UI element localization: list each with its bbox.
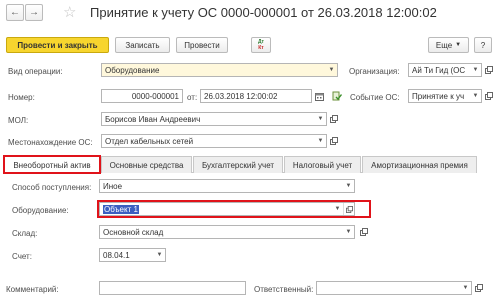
chevron-down-icon[interactable]: ▼ <box>460 282 471 294</box>
post-and-close-button[interactable]: Провести и закрыть <box>6 37 109 53</box>
chevron-down-icon[interactable]: ▼ <box>154 249 165 261</box>
open-icon <box>474 284 483 292</box>
open-event-button[interactable] <box>482 89 495 103</box>
post-button[interactable]: Провести <box>176 37 228 53</box>
forward-button[interactable]: → <box>25 4 43 21</box>
more-button[interactable]: Еще ▼ <box>428 37 469 53</box>
location-value: Отдел кабельных сетей <box>105 136 194 146</box>
method-select[interactable]: Иное ▼ <box>99 179 355 193</box>
org-field[interactable]: Ай Ти Гид (ОС ▼ <box>408 63 482 77</box>
post-status-icon <box>330 89 343 103</box>
equipment-highlight <box>97 200 371 218</box>
org-value: Ай Ти Гид (ОС <box>412 65 466 75</box>
chevron-down-icon[interactable]: ▼ <box>343 180 354 192</box>
mol-field[interactable]: Борисов Иван Андреевич ▼ <box>101 112 327 126</box>
calendar-icon <box>315 92 324 101</box>
open-icon <box>484 92 493 100</box>
tab-accounting[interactable]: Бухгалтерский учет <box>193 156 283 173</box>
open-icon <box>329 115 338 123</box>
mol-label: МОЛ: <box>8 116 29 125</box>
warehouse-value: Основной склад <box>103 227 164 237</box>
comment-field[interactable] <box>99 281 246 295</box>
event-label: Событие ОС: <box>350 93 400 102</box>
open-location-button[interactable] <box>327 134 340 148</box>
method-value: Иное <box>103 181 123 191</box>
number-field[interactable]: 0000-000001 <box>101 89 183 103</box>
chevron-down-icon[interactable]: ▼ <box>470 90 481 102</box>
calendar-button[interactable] <box>313 89 326 103</box>
arrow-right-icon: → <box>29 7 39 18</box>
dt-kt-button[interactable]: Дт Кт <box>251 37 271 53</box>
open-mol-button[interactable] <box>327 112 340 126</box>
chevron-down-icon[interactable]: ▼ <box>470 64 481 76</box>
more-label: Еще <box>435 40 453 50</box>
dt-kt-icon-bottom: Кт <box>258 45 264 51</box>
comment-label: Комментарий: <box>6 285 59 294</box>
warehouse-label: Склад: <box>12 229 38 238</box>
event-field[interactable]: Принятие к уч ▼ <box>408 89 482 103</box>
method-label: Способ поступления: <box>12 183 92 192</box>
operation-value: Оборудование <box>105 65 160 75</box>
date-label: от: <box>187 93 198 102</box>
date-field[interactable]: 26.03.2018 12:00:02 <box>200 89 312 103</box>
account-select[interactable]: 08.04.1 ▼ <box>99 248 166 262</box>
open-warehouse-button[interactable] <box>357 225 370 239</box>
account-value: 08.04.1 <box>103 250 130 260</box>
chevron-down-icon[interactable]: ▼ <box>315 113 326 125</box>
open-icon <box>329 137 338 145</box>
chevron-down-icon[interactable]: ▼ <box>326 64 337 76</box>
responsible-field[interactable]: ▼ <box>316 281 472 295</box>
chevron-down-icon: ▼ <box>455 42 462 48</box>
event-value: Принятие к уч <box>412 91 465 101</box>
back-button[interactable]: ← <box>6 4 24 21</box>
location-field[interactable]: Отдел кабельных сетей ▼ <box>101 134 327 148</box>
open-icon <box>359 228 368 236</box>
star-icon[interactable]: ☆ <box>63 3 76 21</box>
arrow-left-icon: ← <box>10 7 20 18</box>
page-title: Принятие к учету ОС 0000-000001 от 26.03… <box>90 5 437 20</box>
warehouse-select[interactable]: Основной склад ▼ <box>99 225 355 239</box>
responsible-label: Ответственный: <box>254 285 314 294</box>
org-label: Организация: <box>349 67 400 76</box>
tab-fixed-assets[interactable]: Основные средства <box>101 156 192 173</box>
chevron-down-icon[interactable]: ▼ <box>343 226 354 238</box>
equipment-label: Оборудование: <box>12 206 69 215</box>
number-label: Номер: <box>8 93 35 102</box>
tab-amortization[interactable]: Амортизационная премия <box>362 156 477 173</box>
mol-value: Борисов Иван Андреевич <box>105 114 201 124</box>
save-button[interactable]: Записать <box>115 37 170 53</box>
open-responsible-button[interactable] <box>472 281 485 295</box>
open-icon <box>484 66 493 74</box>
operation-label: Вид операции: <box>8 67 63 76</box>
help-button[interactable]: ? <box>474 37 492 53</box>
tab-tax[interactable]: Налоговый учет <box>284 156 361 173</box>
open-org-button[interactable] <box>482 63 495 77</box>
account-label: Счет: <box>12 252 32 261</box>
tab-highlight <box>3 155 101 174</box>
chevron-down-icon[interactable]: ▼ <box>315 135 326 147</box>
operation-select[interactable]: Оборудование ▼ <box>101 63 338 77</box>
location-label: Местонахождение ОС: <box>8 138 93 147</box>
